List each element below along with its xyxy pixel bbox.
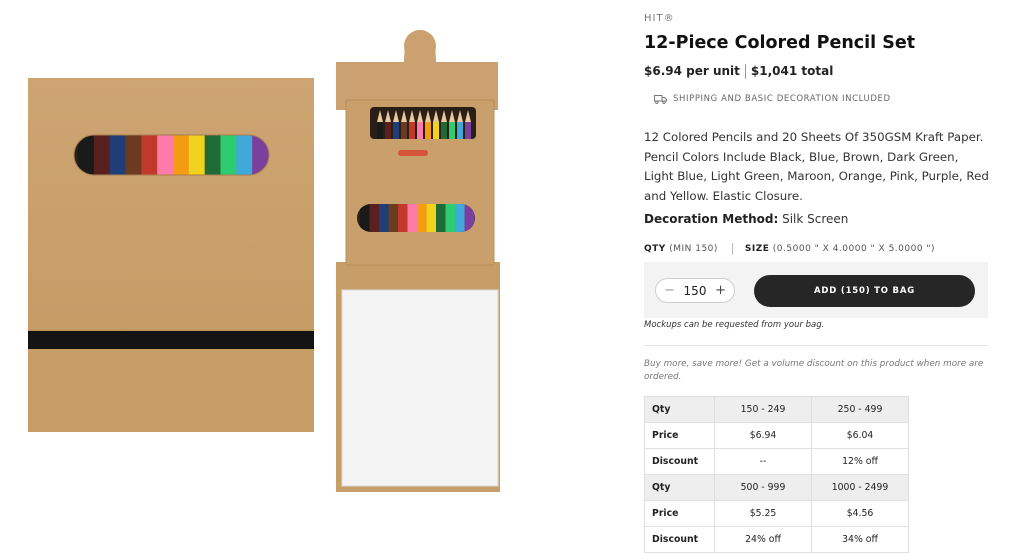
row-label: Price [644, 422, 715, 449]
qty-minimum: (MIN 150) [669, 244, 718, 254]
total-price: $1,041 total [750, 64, 834, 78]
pencil [393, 122, 399, 139]
pencil [125, 135, 142, 175]
decoration-method: Decoration Method: Silk Screen [644, 212, 848, 226]
pencil [78, 135, 95, 175]
table-row: Price $6.94 $6.04 [644, 422, 909, 449]
product-title: 12-Piece Colored Pencil Set [644, 33, 916, 53]
table-cell: $6.04 [811, 422, 909, 449]
pencil [445, 204, 456, 232]
pencil [93, 135, 111, 175]
pencil [401, 122, 407, 139]
product-image-gallery [0, 0, 620, 551]
pencil [457, 122, 463, 139]
price-divider [744, 64, 746, 79]
size-value: (0.5000 " X 4.0000 " X 5.0000 ") [772, 244, 936, 254]
pencil [157, 135, 174, 175]
pencil [360, 204, 370, 232]
quantity-value[interactable]: 150 [684, 284, 707, 298]
pencil [407, 204, 418, 232]
table-row: Price $5.25 $4.56 [644, 500, 909, 527]
pencil [188, 135, 206, 175]
product-details: HIT® 12-Piece Colored Pencil Set $6.94 p… [644, 0, 990, 553]
pencil [455, 204, 465, 232]
table-row: Discount -- 12% off [644, 448, 909, 475]
row-label: Discount [644, 448, 715, 475]
table-row: Qty 150 - 249 250 - 499 [644, 396, 909, 423]
table-row: Qty 500 - 999 1000 - 2499 [644, 474, 909, 501]
closed-pencil-case [28, 78, 314, 432]
pencil [398, 204, 408, 232]
mockups-note: Mockups can be requested from your bag. [644, 320, 825, 330]
decoration-label: Decoration Method: [644, 212, 779, 226]
pencil [417, 204, 427, 232]
shipping-note: SHIPPING AND BASIC DECORATION INCLUDED [654, 94, 891, 104]
pencil [417, 122, 423, 139]
increase-quantity-button[interactable]: + [715, 283, 726, 298]
row-label: Qty [644, 474, 715, 501]
purchase-box: − 150 + ADD (150) TO BAG [644, 262, 988, 318]
pencil [173, 135, 190, 175]
row-label: Price [644, 500, 715, 527]
product-image [28, 30, 500, 492]
open-pencil-set [336, 30, 500, 492]
table-cell: 12% off [811, 448, 909, 475]
pencil [377, 122, 383, 139]
pencil [449, 122, 455, 139]
pencil [109, 135, 126, 175]
pencil [236, 135, 253, 175]
brand-name: HIT® [644, 13, 675, 24]
section-divider [644, 345, 988, 346]
pencil [433, 122, 439, 139]
pencil [409, 122, 415, 139]
decoration-value: Silk Screen [782, 212, 849, 226]
product-specs: QTY (MIN 150) SIZE (0.5000 " X 4.0000 " … [644, 243, 935, 255]
size-label: SIZE [744, 244, 770, 254]
elastic-band [28, 331, 314, 349]
price-summary: $6.94 per unit $1,041 total [644, 64, 833, 79]
table-cell: $6.94 [714, 422, 812, 449]
row-label: Discount [644, 526, 715, 553]
volume-discount-note: Buy more, save more! Get a volume discou… [644, 359, 984, 382]
table-cell: $4.56 [811, 500, 909, 527]
product-description: 12 Colored Pencils and 20 Sheets Of 350G… [644, 130, 989, 203]
unit-price: $6.94 per unit [644, 64, 740, 78]
pencil [426, 204, 437, 232]
pencil [441, 122, 447, 139]
decrease-quantity-button[interactable]: − [664, 283, 675, 298]
pencil [388, 204, 399, 232]
pencil [379, 204, 389, 232]
table-cell: -- [714, 448, 812, 475]
table-cell: 150 - 249 [714, 396, 812, 423]
table-cell: 500 - 999 [714, 474, 812, 501]
table-cell: $5.25 [714, 500, 812, 527]
add-to-bag-button[interactable]: ADD (150) TO BAG [754, 275, 975, 307]
pencil [141, 135, 158, 175]
qty-label: QTY [644, 244, 666, 254]
table-cell: 1000 - 2499 [811, 474, 909, 501]
row-label: Qty [644, 396, 715, 423]
quantity-stepper[interactable]: − 150 + [655, 278, 735, 303]
pencil [369, 204, 380, 232]
pencil [385, 122, 391, 139]
table-cell: 34% off [811, 526, 909, 553]
table-cell: 24% off [714, 526, 812, 553]
pencil [220, 135, 237, 175]
shipping-text: SHIPPING AND BASIC DECORATION INCLUDED [673, 94, 891, 104]
truck-icon [654, 94, 667, 104]
pencil [204, 135, 221, 175]
pencil [465, 122, 471, 139]
spec-divider [731, 243, 733, 255]
table-cell: 250 - 499 [811, 396, 909, 423]
pencil [425, 122, 431, 139]
volume-pricing-table: Qty 150 - 249 250 - 499 Price $6.94 $6.0… [644, 396, 909, 553]
pencil [436, 204, 446, 232]
table-row: Discount 24% off 34% off [644, 526, 909, 553]
